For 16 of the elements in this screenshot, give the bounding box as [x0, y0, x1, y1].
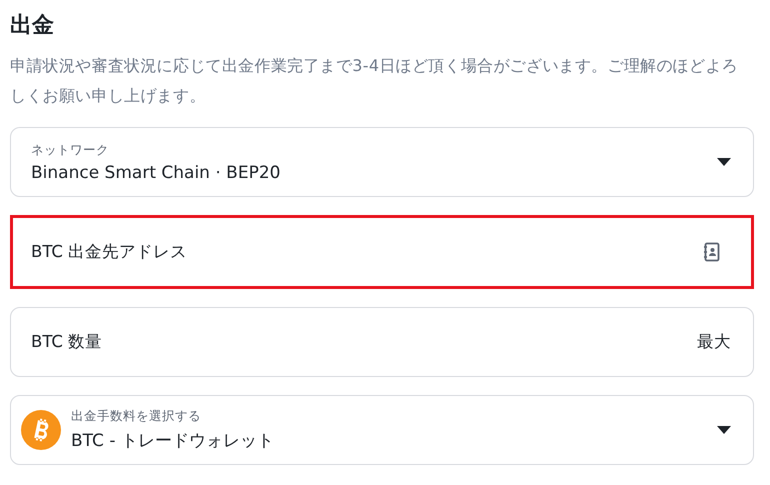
- caret-icon: [717, 426, 731, 434]
- page-title: 出金: [10, 12, 55, 40]
- address-book-icon[interactable]: [703, 242, 721, 262]
- caret-icon: [717, 158, 731, 166]
- field-placeholder: BTC 出金先アドレス: [31, 241, 188, 263]
- field-value: BTC - トレードウォレット: [71, 430, 274, 452]
- max-button[interactable]: 最大: [697, 331, 731, 353]
- field-label: 出金手数料を選択する: [71, 408, 201, 425]
- dropdown-field[interactable]: ネットワーク Binance Smart Chain · BEP20: [10, 127, 754, 197]
- input-field[interactable]: BTC 数量 最大: [10, 307, 754, 377]
- field-placeholder: BTC 数量: [31, 331, 104, 353]
- input-field[interactable]: BTC 出金先アドレス: [10, 215, 754, 289]
- description-text: 申請状況や審査状況に応じて出金作業完了まで3-4日ほど頂く場合がございます。ご理解のほどよろしくお願い申し上げます。: [10, 55, 739, 107]
- field-value: Binance Smart Chain · BEP20: [31, 162, 280, 182]
- field-label: ネットワーク: [31, 142, 109, 158]
- dropdown-field[interactable]: 出金手数料を選択する BTC - トレードウォレット: [10, 395, 754, 465]
